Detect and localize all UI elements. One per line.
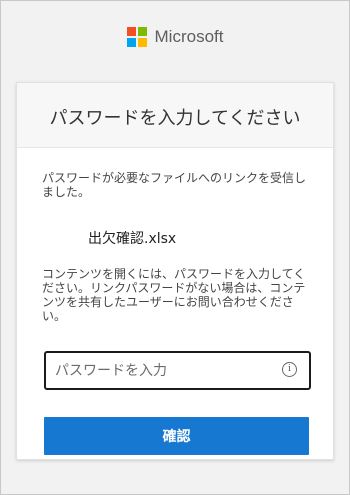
password-card: パスワードを入力してください パスワードが必要なファイルへのリンクを受信しました…	[16, 82, 334, 460]
logo-square-red	[126, 27, 136, 36]
brand-header: Microsoft	[0, 27, 350, 47]
password-input[interactable]	[46, 361, 277, 380]
file-name: 出欠確認.xlsx	[88, 231, 177, 247]
password-field[interactable]: i	[44, 351, 311, 390]
link-received-message: パスワードが必要なファイルへのリンクを受信しました。	[42, 171, 307, 199]
page-title: パスワードを入力してください	[49, 108, 301, 129]
info-icon[interactable]: i	[282, 362, 297, 377]
card-header: パスワードを入力してください	[17, 83, 333, 148]
confirm-button[interactable]: 確認	[44, 417, 309, 455]
logo-square-green	[137, 27, 147, 36]
logo-square-blue	[126, 38, 136, 47]
microsoft-logo-icon	[126, 27, 147, 47]
brand-name: Microsoft	[154, 27, 224, 46]
logo-square-yellow	[137, 38, 147, 47]
password-instructions: コンテンツを開くには、パスワードを入力してください。リンクパスワードがない場合は…	[42, 267, 306, 323]
